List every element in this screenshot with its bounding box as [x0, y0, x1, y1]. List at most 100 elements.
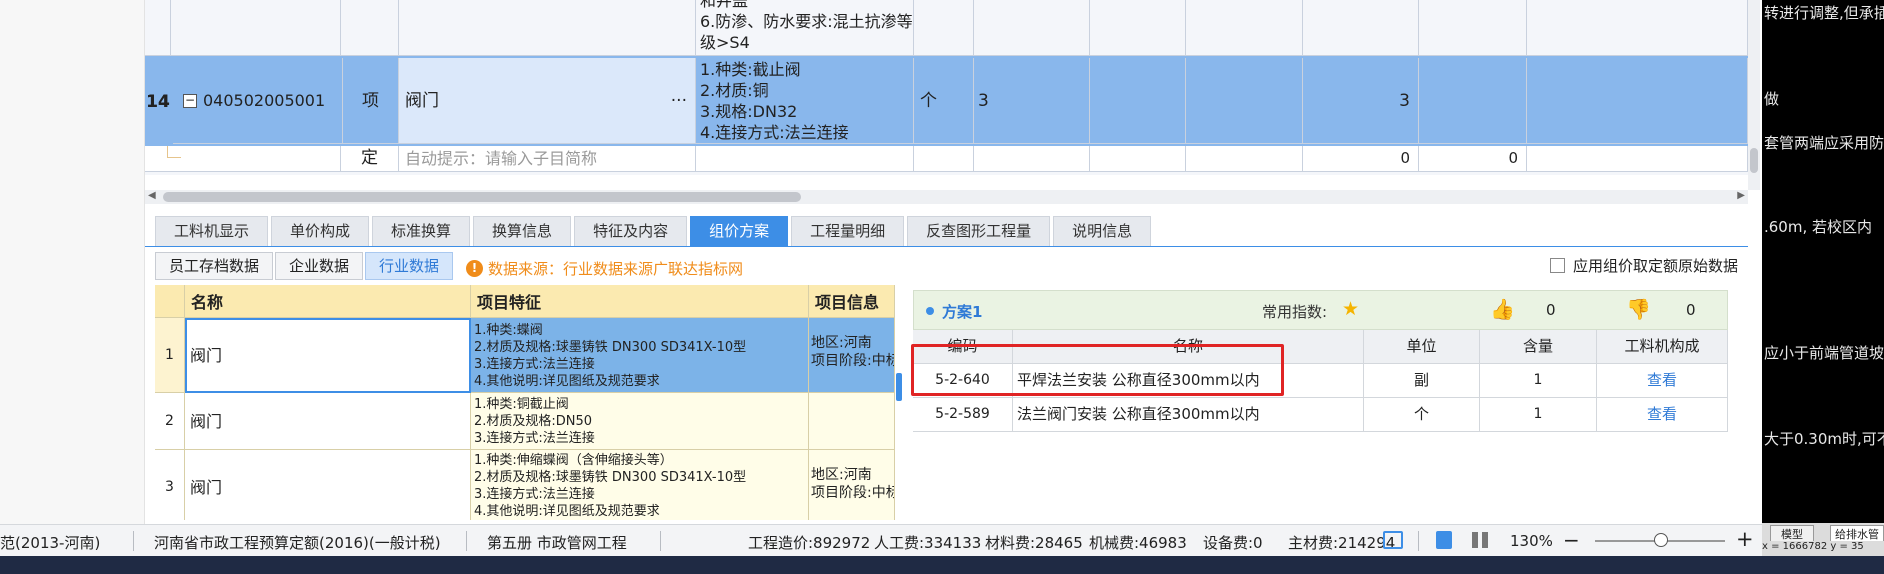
row1-num: 1	[155, 318, 185, 393]
row14-c2	[1186, 58, 1303, 144]
tab-underline	[145, 246, 1748, 247]
thumbs-up-icon[interactable]: 👍	[1490, 297, 1515, 321]
row14-name-cell[interactable]: 阀门 ···	[399, 58, 696, 144]
zoom-level: 130%	[1510, 532, 1553, 550]
layout-icon[interactable]	[1383, 531, 1403, 549]
row2-info[interactable]	[809, 393, 895, 450]
subrow-name-input[interactable]: 自动提示：请输入子目简称	[399, 146, 696, 172]
cad-note-6: 大于0.30m时,可不	[1764, 430, 1884, 448]
subtab-enterprise-data[interactable]: 企业数据	[275, 252, 364, 280]
tab-quantity-detail[interactable]: 工程量明细	[791, 216, 905, 246]
zoom-slider-thumb[interactable]	[1654, 533, 1668, 547]
status-equipment-cost: 设备费:0	[1203, 534, 1263, 552]
tab-standard-conversion[interactable]: 标准换算	[372, 216, 471, 246]
plan-row2-name: 法兰阀门安装 公称直径300mm以内	[1013, 398, 1364, 432]
apply-original-data-option[interactable]: 应用组价取定额原始数据	[1550, 255, 1738, 276]
plan-row1-view-link[interactable]: 查看	[1597, 364, 1728, 398]
row3-info[interactable]: 地区:河南 项目阶段:中标价	[809, 450, 895, 520]
subrow-c1	[1090, 146, 1186, 172]
subrow-val2: 0	[1419, 146, 1527, 172]
prev-row-features: 和井盖 6.防渗、防水要求:混土抗渗等 级>S4	[696, 0, 914, 56]
apply-original-data-label: 应用组价取定额原始数据	[1573, 257, 1739, 275]
subrow-val1: 0	[1303, 146, 1419, 172]
status-project-cost: 工程造价:892972	[748, 534, 871, 552]
plan-row2-code: 5-2-589	[913, 398, 1013, 432]
taskbar	[0, 556, 1884, 574]
cad-note-1: 转进行调整,但承插	[1764, 4, 1884, 22]
prev-row-c5	[1527, 0, 1748, 56]
row14-code: 040502005001	[203, 91, 326, 110]
tab-material-display[interactable]: 工料机显示	[155, 216, 269, 246]
grid-horizontal-scrollbar[interactable]: ◀ ▶	[145, 190, 1748, 204]
row3-name[interactable]: 阀门	[185, 450, 471, 520]
likes-count: 0	[1546, 301, 1556, 319]
row14-code-cell[interactable]: − 040502005001	[173, 58, 343, 144]
status-machine-cost: 机械费:46983	[1089, 534, 1187, 552]
row14-unit: 个	[914, 58, 974, 144]
prev-row-unit-cell	[914, 0, 974, 56]
header-unit: 单位	[1364, 330, 1480, 364]
row1-name[interactable]: 阀门	[185, 318, 471, 393]
header-amount: 含量	[1480, 330, 1597, 364]
data-source-tabs: 员工存档数据 企业数据 行业数据	[155, 252, 454, 280]
prev-row-c1	[1090, 0, 1186, 56]
cad-coordinates: x = 1666782 y = 35	[1762, 541, 1884, 556]
grid-vertical-scrollbar-thumb[interactable]	[1750, 148, 1758, 173]
status-separator	[660, 531, 661, 551]
header-composition: 工料机构成	[1597, 330, 1728, 364]
tab-pricing-plan[interactable]: 组价方案	[690, 216, 789, 246]
prev-row-num-cell	[145, 0, 171, 56]
prev-row-c3	[1303, 0, 1419, 56]
plan-row2-unit: 个	[1364, 398, 1480, 432]
prev-row-qty-cell	[974, 0, 1090, 56]
grid-horizontal-scrollbar-thumb[interactable]	[163, 192, 801, 202]
grid-vertical-scrollbar[interactable]	[1748, 0, 1760, 190]
plan-row2-amount: 1	[1480, 398, 1597, 432]
status-quota-standard: 范(2013-河南)	[0, 534, 101, 552]
panel-splitter-handle[interactable]	[896, 373, 902, 401]
collapse-icon[interactable]: −	[183, 93, 197, 108]
subrow-c5	[1527, 146, 1748, 172]
cad-layout-tabs: 模型 给排水管	[1762, 523, 1884, 543]
scroll-left-arrow-icon[interactable]: ◀	[148, 190, 156, 201]
status-quota: 河南省市政工程预算定额(2016)(一般计税)	[154, 534, 441, 552]
status-separator	[466, 531, 467, 551]
tab-unit-price[interactable]: 单价构成	[271, 216, 370, 246]
zoom-in-icon[interactable]: +	[1736, 527, 1754, 551]
row14-c1	[1090, 58, 1186, 144]
row3-features[interactable]: 1.种类:伸缩蝶阀（含伸缩接头等） 2.材质及规格:球墨铸铁 DN300 SD3…	[471, 450, 809, 520]
zoom-out-icon[interactable]: −	[1563, 528, 1580, 552]
single-view-icon[interactable]	[1436, 531, 1452, 549]
data-source-text: 数据来源：行业数据来源广联达指标网	[488, 260, 744, 278]
apply-original-data-checkbox[interactable]	[1550, 258, 1565, 273]
subtab-industry-data[interactable]: 行业数据	[365, 252, 454, 280]
row1-info[interactable]: 地区:河南 项目阶段:中标价	[809, 318, 895, 393]
row2-name[interactable]: 阀门	[185, 393, 471, 450]
row14-c5	[1527, 58, 1748, 144]
thumbs-down-icon[interactable]: 👎	[1626, 297, 1651, 321]
tab-features[interactable]: 特征及内容	[574, 216, 688, 246]
header-info: 项目信息	[809, 285, 895, 318]
row2-features[interactable]: 1.种类:铜截止阀 2.材质及规格:DN50 3.连接方式:法兰连接	[471, 393, 809, 450]
status-bar: 范(2013-河南) 河南省市政工程预算定额(2016)(一般计税) 第五册 市…	[0, 524, 1762, 556]
prev-row-c4	[1419, 0, 1527, 56]
split-view-icon[interactable]	[1472, 532, 1488, 548]
tab-graphic-quantity[interactable]: 反查图形工程量	[907, 216, 1051, 246]
row14-more-button[interactable]: ···	[671, 58, 687, 143]
subrow-features	[696, 146, 914, 172]
prev-row-c2	[1186, 0, 1303, 56]
tab-conversion-info[interactable]: 换算信息	[473, 216, 572, 246]
row14-qty: 3	[974, 58, 1090, 144]
row1-features[interactable]: 1.种类:蝶阀 2.材质及规格:球墨铸铁 DN300 SD341X-10型 3.…	[471, 318, 809, 393]
row-number-label: 14	[146, 92, 170, 112]
status-labor-cost: 人工费:334133	[874, 534, 982, 552]
plan-header: 方案1 常用指数: ★ 👍 0 👎 0	[913, 290, 1728, 330]
scroll-right-arrow-icon[interactable]: ▶	[1737, 190, 1745, 201]
subtab-employee-data[interactable]: 员工存档数据	[155, 252, 274, 280]
status-separator	[133, 531, 134, 551]
plan-row2-view-link[interactable]: 查看	[1597, 398, 1728, 432]
cad-note-4: .60m, 若校区内	[1764, 218, 1873, 236]
subrow-code-cell	[145, 146, 341, 172]
tab-description[interactable]: 说明信息	[1053, 216, 1152, 246]
row14-qty2: 3	[1303, 58, 1419, 144]
